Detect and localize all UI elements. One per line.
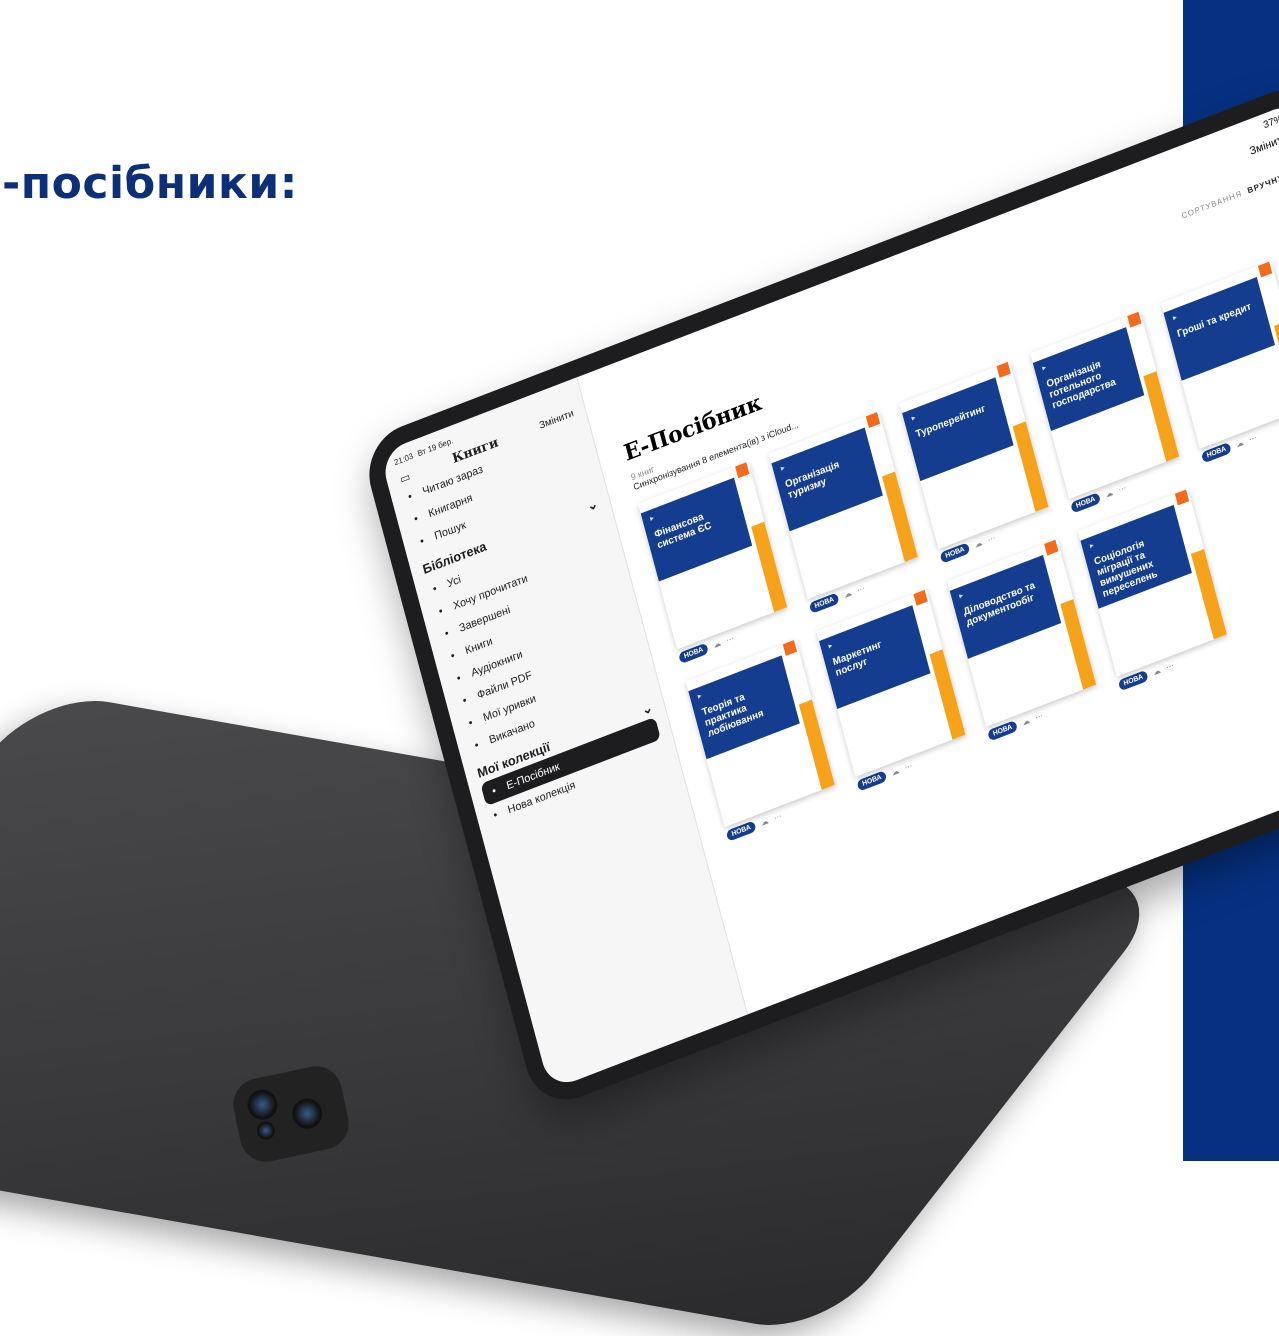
search-icon: • <box>418 534 426 548</box>
note-icon: • <box>467 716 475 730</box>
cover-accent <box>1044 539 1059 556</box>
book-item[interactable]: ▶ Організація готельного господарства НОВА… <box>1030 310 1183 514</box>
document-icon: • <box>461 693 469 707</box>
cover-stripe <box>929 649 966 740</box>
more-options-icon[interactable]: ⋯ <box>773 811 783 823</box>
tablet-device: 21:03 Вт 19 бер. ▭ Книги Змінити • Читаю … <box>359 77 1279 1113</box>
book-item[interactable]: ▶ Організація туризму НОВА ☁ ⋯ <box>768 411 922 614</box>
battery-indicator: 37% <box>1262 113 1279 132</box>
cloud-download-icon[interactable]: ☁ <box>974 538 984 550</box>
chevron-down-icon[interactable]: ⌄ <box>585 495 599 514</box>
cover-accent <box>1127 311 1142 328</box>
cover-accent <box>735 462 750 479</box>
more-options-icon[interactable]: ⋯ <box>1117 483 1127 495</box>
headphones-icon: • <box>455 671 463 685</box>
more-options-icon[interactable]: ⋯ <box>1034 711 1044 723</box>
cloud-download-icon[interactable]: ☁ <box>891 766 901 778</box>
cover-stripe <box>1012 421 1049 512</box>
book-item[interactable]: ▶ Гроші та кредит НОВА ☁ ⋯ <box>1160 260 1279 464</box>
book-cover[interactable]: ▶ Гроші та кредит <box>1160 260 1279 449</box>
book-open-icon: • <box>406 489 414 504</box>
book-item[interactable]: ▶ Соціологія міграції та вимушених пересе… <box>1077 488 1231 692</box>
cloud-download-icon[interactable]: ☁ <box>1021 716 1031 728</box>
cloud-download-icon[interactable]: ☁ <box>1104 488 1114 500</box>
check-circle-icon: • <box>443 626 451 640</box>
arrow-circle-icon: • <box>437 604 445 618</box>
book-item[interactable]: ▶ Фінансова система ЄС НОВА ☁ ⋯ <box>638 461 791 665</box>
book-open-icon: • <box>449 649 457 663</box>
status-time: 21:03 <box>393 451 415 468</box>
sidebar-item-label: Усі <box>445 573 463 590</box>
cloud-download-icon[interactable]: ☁ <box>1152 666 1162 678</box>
cover-accent <box>865 412 881 429</box>
more-options-icon[interactable]: ⋯ <box>856 583 866 595</box>
cover-stripe <box>1274 321 1279 412</box>
sidebar-item-label: Пошук <box>433 518 468 543</box>
more-options-icon[interactable]: ⋯ <box>904 761 914 773</box>
cloud-download-icon[interactable]: ☁ <box>760 816 770 828</box>
more-options-icon[interactable]: ⋯ <box>1248 433 1258 445</box>
cloud-download-icon: • <box>473 738 481 752</box>
cover-stripe <box>1060 599 1097 690</box>
cover-accent <box>782 639 798 656</box>
more-options-icon[interactable]: ⋯ <box>725 633 735 645</box>
cover-stripe <box>798 699 835 790</box>
cover-accent <box>1257 261 1273 278</box>
cover-accent <box>913 589 928 606</box>
tablet-screen: 21:03 Вт 19 бер. ▭ Книги Змінити • Читаю … <box>379 99 1279 1091</box>
book-item[interactable]: ▶ Діловодство та документообіг НОВА ☁ ⋯ <box>947 538 1100 742</box>
page-heading: -посібники: <box>2 158 298 209</box>
cloud-download-icon[interactable]: ☁ <box>1235 438 1245 450</box>
bag-icon: • <box>412 512 420 526</box>
list-icon: • <box>490 784 498 798</box>
cover-accent <box>996 361 1011 378</box>
book-item[interactable]: ▶ Теорія та практика лобіювання НОВА ☁ ⋯ <box>685 639 839 842</box>
main-edit-button[interactable]: Змінити <box>1248 132 1279 158</box>
chevron-down-icon[interactable]: ⌄ <box>640 699 654 718</box>
more-options-icon[interactable]: ⋯ <box>987 533 997 545</box>
cover-stripe <box>751 521 788 613</box>
cover-accent <box>1174 489 1190 506</box>
cloud-download-icon[interactable]: ☁ <box>843 588 853 600</box>
book-item[interactable]: ▶ Маркетинг послуг НОВА ☁ ⋯ <box>816 589 969 792</box>
more-options-icon[interactable]: ⋯ <box>1165 661 1175 673</box>
plus-icon: • <box>492 808 499 822</box>
cover-stripe <box>1143 371 1180 462</box>
cloud-download-icon[interactable]: ☁ <box>712 638 722 650</box>
cover-stripe <box>1190 548 1227 640</box>
book-item[interactable]: ▶ Туроперейтинг НОВА ☁ ⋯ <box>899 361 1052 564</box>
books-icon: • <box>431 582 439 596</box>
cover-stripe <box>881 471 918 563</box>
